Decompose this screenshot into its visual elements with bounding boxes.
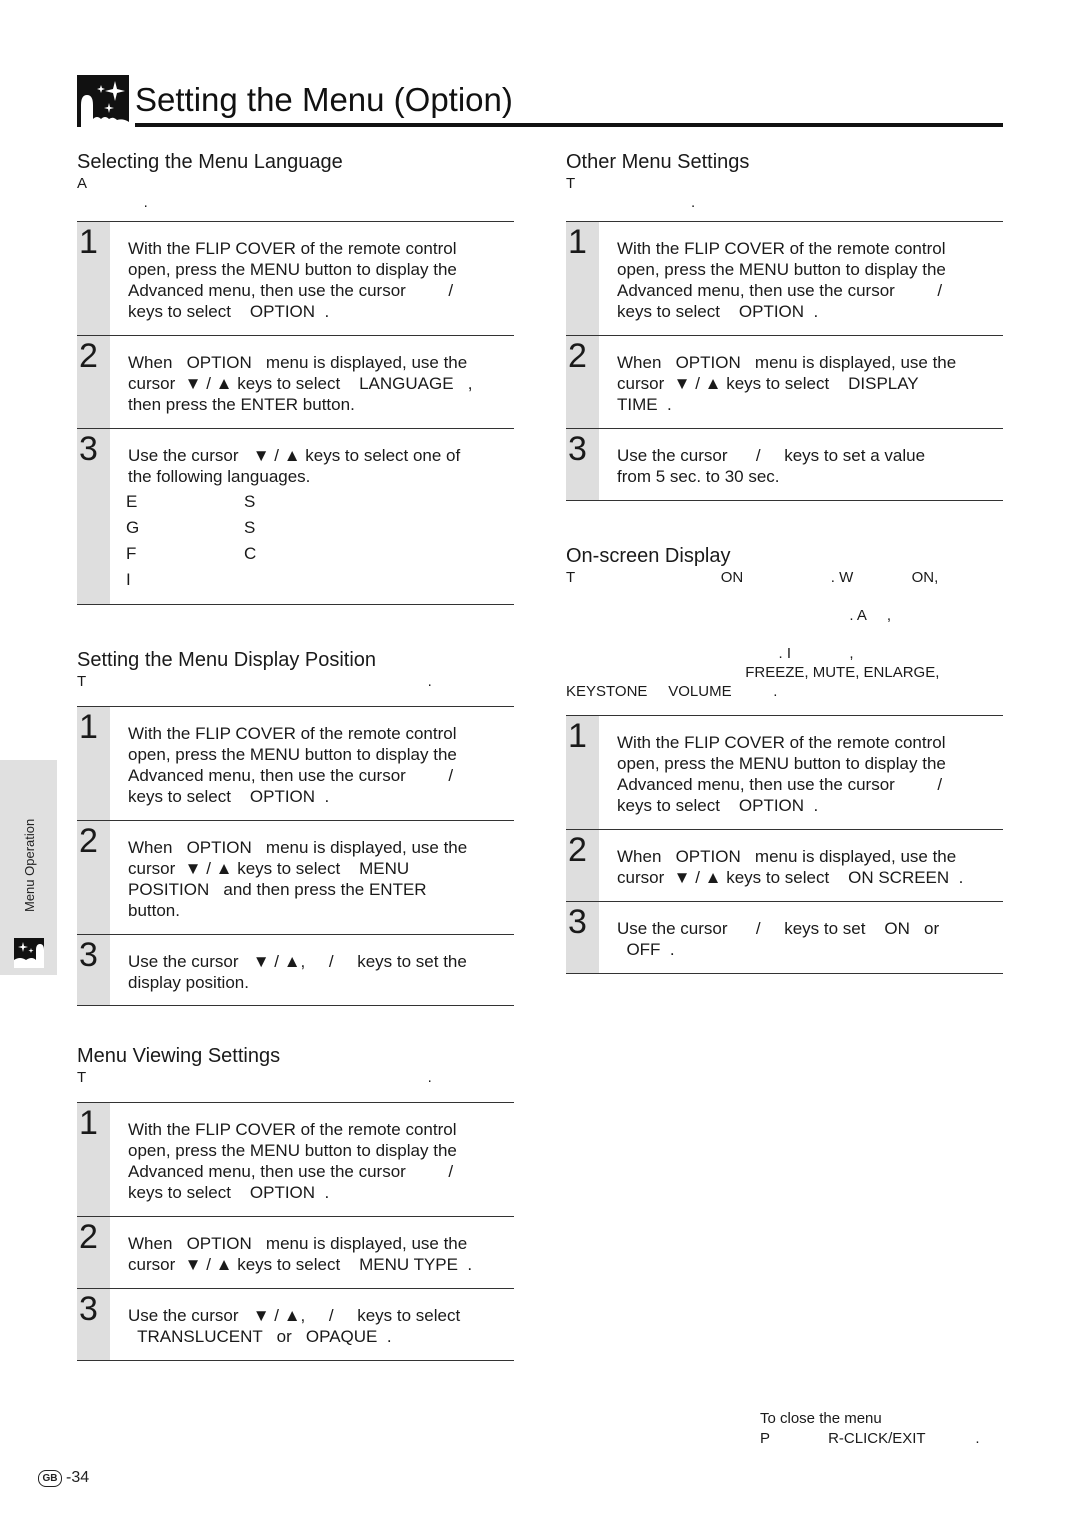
step-item: 3 Use the cursor ▼ / ▲, / keys to set th…	[77, 935, 514, 1006]
section-title: Other Menu Settings	[566, 151, 750, 173]
step-item: 3 Use the cursor / keys to set a value f…	[566, 429, 1003, 501]
step-text: When OPTION menu is displayed, use the c…	[617, 847, 964, 887]
section-intro: T ON . W ON, . A , . I , FREEZE, MUTE, E…	[566, 569, 940, 700]
title-underline	[135, 123, 1003, 127]
step-text: Use the cursor ▼ / ▲, / keys to set the …	[128, 952, 467, 992]
language-option: S	[244, 518, 256, 537]
step-list: 1 With the FLIP COVER of the remote cont…	[566, 221, 1003, 501]
sidebar-chapter-tab: Menu Operation	[0, 760, 57, 975]
language-option: G	[126, 518, 140, 537]
section-intro: T .	[77, 1069, 432, 1086]
step-item: 2 When OPTION menu is displayed, use the…	[77, 821, 514, 935]
step-item: 1 With the FLIP COVER of the remote cont…	[77, 222, 514, 336]
section-title: Selecting the Menu Language	[77, 151, 343, 173]
close-menu-note: To close the menu P R-CLICK/EXIT .	[760, 1409, 980, 1449]
step-text: When OPTION menu is displayed, use the c…	[128, 1234, 473, 1274]
step-item: 2 When OPTION menu is displayed, use the…	[566, 830, 1003, 902]
section-other-settings: Other Menu Settings T . 1 With the FLIP …	[566, 150, 1003, 501]
language-option: E	[126, 492, 138, 511]
step-number: 1	[79, 1104, 98, 1142]
close-note-line-1: To close the menu	[760, 1410, 882, 1427]
step-number: 3	[79, 430, 98, 468]
step-number: 1	[79, 223, 98, 261]
section-menu-viewing: Menu Viewing Settings T . 1 With the FLI…	[77, 1044, 514, 1361]
step-number: 2	[79, 822, 98, 860]
page-footer: GB -34	[38, 1469, 89, 1487]
step-text: Use the cursor / keys to set ON or OFF .	[617, 919, 940, 959]
step-number: 3	[79, 936, 98, 974]
section-intro: T .	[566, 175, 696, 211]
section-title: Setting the Menu Display Position	[77, 649, 377, 671]
step-number: 3	[79, 1290, 98, 1328]
language-option: I	[126, 570, 131, 589]
step-item: 3 Use the cursor ▼ / ▲, / keys to select…	[77, 1289, 514, 1361]
section-menu-position: Setting the Menu Display Position T . 1 …	[77, 648, 514, 1006]
step-number: 1	[79, 708, 98, 746]
section-menu-language: Selecting the Menu Language A . 1 With t…	[77, 150, 514, 605]
step-list: 1 With the FLIP COVER of the remote cont…	[566, 715, 1003, 974]
step-item: 3 Use the cursor / keys to set ON or OFF…	[566, 902, 1003, 974]
step-text: With the FLIP COVER of the remote contro…	[617, 239, 946, 321]
menu-sparkle-icon	[14, 938, 44, 968]
step-item: 3 Use the cursor ▼ / ▲ keys to select on…	[77, 429, 514, 605]
step-text: When OPTION menu is displayed, use the c…	[128, 353, 473, 414]
step-item: 2 When OPTION menu is displayed, use the…	[566, 336, 1003, 429]
step-number: 2	[568, 831, 587, 869]
step-number: 2	[79, 1218, 98, 1256]
step-text: With the FLIP COVER of the remote contro…	[128, 239, 457, 321]
language-list: E S G S F C I	[126, 491, 514, 590]
step-number: 2	[568, 337, 587, 375]
step-text: With the FLIP COVER of the remote contro…	[128, 1120, 457, 1202]
page-number: -34	[66, 1469, 90, 1486]
step-list: 1 With the FLIP COVER of the remote cont…	[77, 1102, 514, 1361]
section-title: On-screen Display	[566, 545, 731, 567]
language-option: F	[126, 544, 137, 563]
step-text: With the FLIP COVER of the remote contro…	[128, 724, 457, 806]
language-option: S	[244, 492, 256, 511]
section-intro: T .	[77, 673, 432, 690]
step-text: When OPTION menu is displayed, use the c…	[617, 353, 957, 414]
language-option	[244, 569, 364, 590]
sidebar-chapter-label: Menu Operation	[22, 818, 37, 912]
step-number: 3	[568, 430, 587, 468]
step-text: Use the cursor ▼ / ▲ keys to select one …	[128, 446, 461, 486]
step-text: When OPTION menu is displayed, use the c…	[128, 838, 468, 920]
step-list: 1 With the FLIP COVER of the remote cont…	[77, 221, 514, 605]
step-text: Use the cursor ▼ / ▲, / keys to select T…	[128, 1306, 461, 1346]
section-title: Menu Viewing Settings	[77, 1045, 281, 1067]
section-intro: A .	[77, 175, 148, 211]
step-number: 1	[568, 223, 587, 261]
section-onscreen-display: On-screen Display T ON . W ON, . A , . I…	[566, 544, 1003, 974]
menu-sparkle-icon	[77, 75, 129, 127]
page-title: Setting the Menu (Option)	[135, 81, 513, 118]
language-option: C	[244, 544, 257, 563]
step-item: 2 When OPTION menu is displayed, use the…	[77, 336, 514, 429]
step-number: 1	[568, 717, 587, 755]
step-list: 1 With the FLIP COVER of the remote cont…	[77, 706, 514, 1006]
step-item: 1 With the FLIP COVER of the remote cont…	[566, 716, 1003, 830]
step-item: 1 With the FLIP COVER of the remote cont…	[77, 707, 514, 821]
step-item: 2 When OPTION menu is displayed, use the…	[77, 1217, 514, 1289]
step-text: With the FLIP COVER of the remote contro…	[617, 733, 946, 815]
step-number: 2	[79, 337, 98, 375]
step-number: 3	[568, 903, 587, 941]
step-item: 1 With the FLIP COVER of the remote cont…	[566, 222, 1003, 336]
region-badge: GB	[38, 1469, 62, 1487]
step-text: Use the cursor / keys to set a value fro…	[617, 446, 926, 486]
step-item: 1 With the FLIP COVER of the remote cont…	[77, 1103, 514, 1217]
page-header: Setting the Menu (Option)	[77, 75, 1003, 127]
close-note-line-2: P R-CLICK/EXIT .	[760, 1430, 980, 1447]
